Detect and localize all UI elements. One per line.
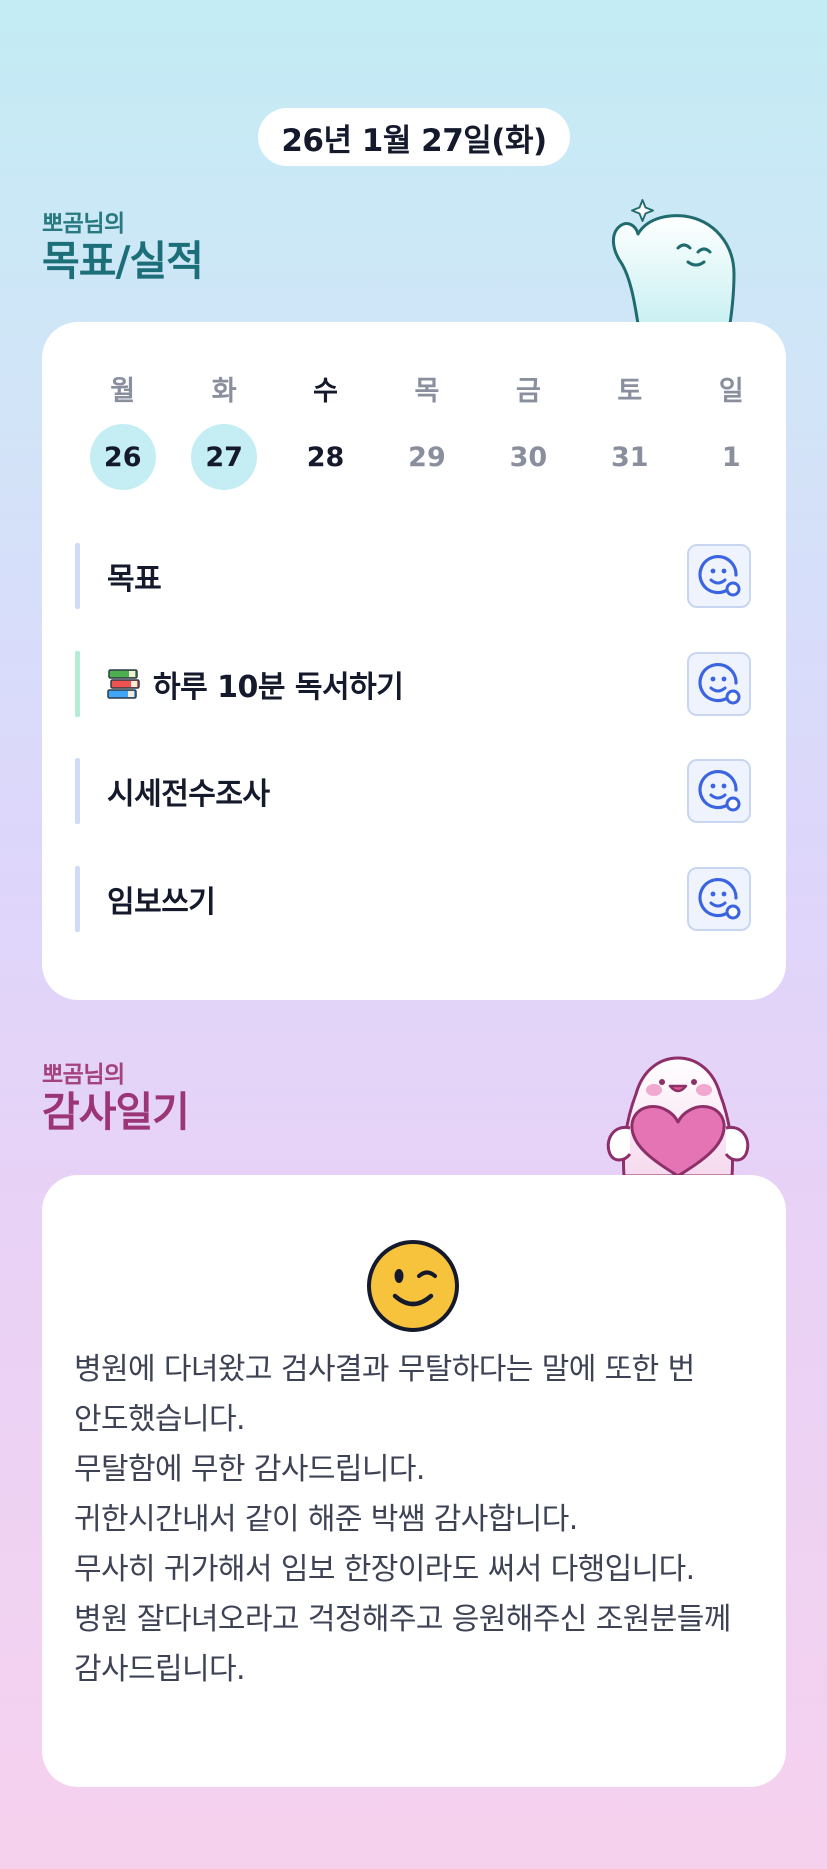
heart-mascot-icon: [606, 1056, 750, 1176]
day-name: 월: [110, 376, 136, 407]
day-number: 28: [306, 441, 345, 473]
day-tue[interactable]: 화 27: [173, 372, 274, 490]
goals-heading-subtitle: 뽀곰님의: [42, 211, 125, 237]
day-name: 목: [414, 376, 440, 407]
goal-row: 시세전수조사: [75, 757, 751, 825]
day-fri[interactable]: 금 30: [478, 372, 579, 490]
thanks-heading-subtitle: 뽀곰님의: [42, 1062, 125, 1088]
goal-label: 시세전수조사: [107, 777, 270, 812]
goal-check-button[interactable]: [687, 759, 751, 823]
day-sat[interactable]: 토 31: [579, 372, 680, 490]
goal-label: 하루 10분 독서하기: [153, 670, 404, 705]
goals-card: 월 26 화 27 수 28 목 29 금 30 토 31 일 1 목표 하루 …: [42, 322, 786, 1000]
goals-heading-title: 목표/실적: [42, 237, 204, 285]
goal-row: 하루 10분 독서하기: [75, 650, 751, 718]
day-sun[interactable]: 일 1: [681, 372, 782, 490]
day-thu[interactable]: 목 29: [376, 372, 477, 490]
day-name: 일: [718, 376, 744, 407]
smile-check-icon: [698, 554, 741, 597]
books-icon: [107, 669, 140, 699]
goal-bar: [75, 866, 80, 932]
day-name: 금: [515, 376, 541, 407]
goal-check-button[interactable]: [687, 867, 751, 931]
thanks-heading-title: 감사일기: [42, 1088, 190, 1136]
goals-heading: 뽀곰님의 목표/실적: [42, 210, 204, 285]
day-wed[interactable]: 수 28: [275, 372, 376, 490]
day-number: 30: [509, 441, 548, 473]
goal-bar: [75, 543, 80, 609]
goal-check-button[interactable]: [687, 544, 751, 608]
day-mon[interactable]: 월 26: [72, 372, 173, 490]
gratitude-line: 병원 잘다녀오라고 걱정해주고 응원해주신 조원분들께 감사드립니다.: [74, 1602, 731, 1687]
day-name: 화: [211, 376, 237, 407]
gratitude-line: 귀한시간내서 같이 해준 박쌤 감사합니다.: [74, 1502, 578, 1537]
goal-label: 임보쓰기: [107, 885, 216, 920]
gratitude-line: 무사히 귀가해서 임보 한장이라도 써서 다행입니다.: [74, 1552, 695, 1587]
goal-row: 목표: [75, 542, 751, 610]
goal-row: 임보쓰기: [75, 865, 751, 933]
goal-bar: [75, 651, 80, 717]
thanks-card: 병원에 다녀왔고 검사결과 무탈하다는 말에 또한 번 안도했습니다. 무탈함에…: [42, 1175, 786, 1787]
day-name: 수: [313, 376, 338, 407]
smile-check-icon: [698, 877, 741, 920]
thanks-heading: 뽀곰님의 감사일기: [42, 1061, 190, 1136]
goal-bar: [75, 758, 80, 824]
day-number: 31: [611, 441, 649, 473]
smile-check-icon: [698, 769, 741, 812]
gratitude-text: 병원에 다녀왔고 검사결과 무탈하다는 말에 또한 번 안도했습니다. 무탈함에…: [74, 1345, 764, 1695]
day-number: 26: [89, 424, 156, 490]
day-number: 29: [408, 441, 446, 473]
day-name: 토: [617, 376, 643, 407]
gratitude-line: 병원에 다녀왔고 검사결과 무탈하다는 말에 또한 번 안도했습니다.: [74, 1352, 695, 1437]
smile-check-icon: [698, 662, 741, 705]
winking-face-icon: [367, 1240, 459, 1332]
goal-label: 목표: [107, 562, 162, 597]
gratitude-line: 무탈함에 무한 감사드립니다.: [74, 1452, 425, 1487]
date-pill[interactable]: 26년 1월 27일(화): [258, 108, 570, 166]
goal-check-button[interactable]: [687, 652, 751, 716]
goal-label-wrap: 하루 10분 독서하기: [107, 662, 687, 706]
week-calendar: 월 26 화 27 수 28 목 29 금 30 토 31 일 1: [72, 372, 782, 490]
pointing-mascot-icon: [612, 199, 736, 324]
day-number: 1: [721, 441, 741, 473]
day-number: 27: [191, 424, 258, 490]
